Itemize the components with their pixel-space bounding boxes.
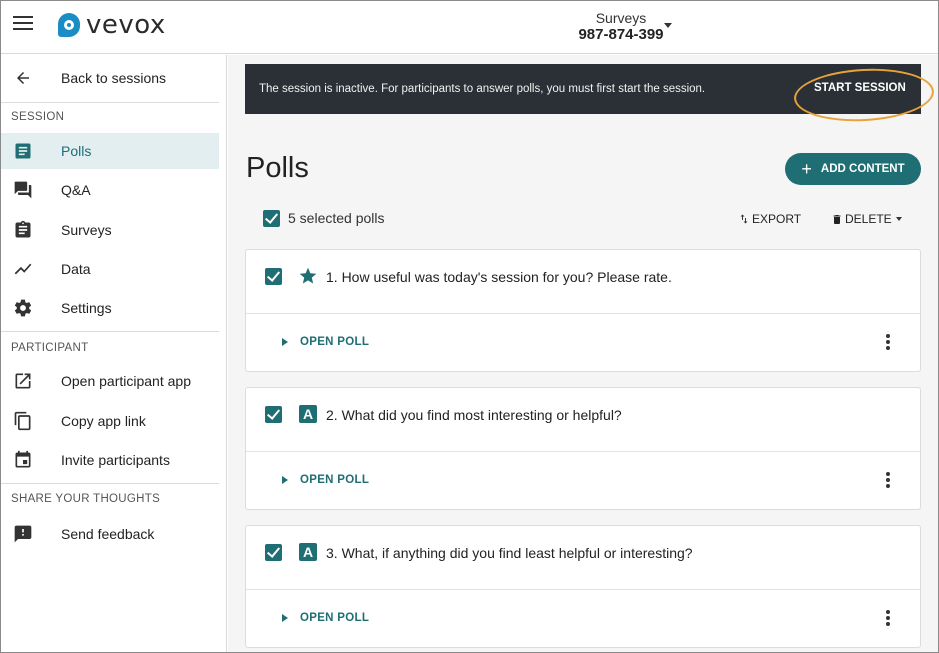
sidebar-item-settings[interactable]: Settings	[1, 290, 219, 326]
select-all-checkbox[interactable]	[263, 210, 280, 227]
sidebar-item-label: Q&A	[61, 182, 91, 198]
open-external-icon	[12, 370, 34, 392]
sidebar-item-label: Open participant app	[61, 373, 191, 389]
sidebar-item-label: Copy app link	[61, 413, 146, 429]
session-dropdown-icon[interactable]	[664, 23, 672, 28]
chevron-down-icon	[895, 217, 902, 221]
poll-header: 1. How useful was today's session for yo…	[246, 250, 920, 314]
poll-card: A 3. What, if anything did you find leas…	[245, 525, 921, 648]
sidebar-item-invite-participants[interactable]: Invite participants	[1, 442, 219, 478]
logo: vevox	[58, 10, 166, 40]
gear-icon	[12, 297, 34, 319]
more-options-icon[interactable]	[884, 472, 892, 490]
sidebar-item-copy-app-link[interactable]: Copy app link	[1, 403, 219, 439]
play-icon	[282, 614, 288, 622]
play-icon	[282, 476, 288, 484]
main-content: The session is inactive. For participant…	[228, 55, 938, 652]
polls-icon	[12, 140, 34, 162]
poll-checkbox[interactable]	[265, 268, 282, 285]
banner-message: The session is inactive. For participant…	[259, 83, 706, 95]
text-type-glyph: A	[299, 405, 317, 423]
open-poll-button[interactable]: OPEN POLL	[282, 474, 369, 486]
export-icon	[740, 214, 748, 224]
poll-card: 1. How useful was today's session for yo…	[245, 249, 921, 372]
app-window: vevox Surveys 987-874-399 Back to sessio…	[0, 0, 939, 653]
plus-icon: +	[801, 159, 812, 179]
play-icon	[282, 338, 288, 346]
logo-text: vevox	[86, 10, 166, 40]
poll-header: A 2. What did you find most interesting …	[246, 388, 920, 452]
session-switcher[interactable]: Surveys 987-874-399	[561, 10, 681, 44]
more-options-icon[interactable]	[884, 334, 892, 352]
poll-question: 1. How useful was today's session for yo…	[326, 269, 672, 285]
sidebar-item-label: Send feedback	[61, 526, 155, 542]
open-poll-button[interactable]: OPEN POLL	[282, 612, 369, 624]
star-icon	[298, 266, 318, 286]
text-type-glyph: A	[299, 543, 317, 561]
session-code: 987-874-399	[578, 26, 664, 43]
add-content-label: ADD CONTENT	[820, 163, 905, 175]
data-icon	[12, 258, 34, 280]
delete-button[interactable]: DELETE	[831, 212, 902, 226]
sidebar-item-polls[interactable]: Polls	[1, 133, 219, 169]
open-poll-label: OPEN POLL	[300, 474, 370, 486]
open-poll-label: OPEN POLL	[300, 612, 370, 624]
poll-question: 3. What, if anything did you find least …	[326, 545, 693, 561]
export-label: EXPORT	[752, 212, 802, 226]
sidebar-item-label: Surveys	[61, 222, 112, 238]
export-button[interactable]: EXPORT	[738, 212, 801, 226]
sidebar-item-surveys[interactable]: Surveys	[1, 212, 219, 248]
feedback-icon	[12, 523, 34, 545]
session-title: Surveys	[595, 10, 647, 26]
top-bar: vevox Surveys 987-874-399	[1, 1, 938, 54]
text-icon: A	[298, 542, 318, 562]
delete-label: DELETE	[845, 212, 892, 226]
sidebar-item-label: Settings	[61, 300, 112, 316]
calendar-icon	[12, 449, 34, 471]
text-icon: A	[298, 404, 318, 424]
back-to-sessions[interactable]: Back to sessions	[1, 60, 219, 96]
qa-icon	[12, 179, 34, 201]
add-content-button[interactable]: + ADD CONTENT	[785, 153, 921, 185]
section-participant-label: PARTICIPANT	[11, 342, 89, 354]
page-title: Polls	[246, 152, 309, 184]
sidebar-item-label: Data	[61, 261, 91, 277]
copy-icon	[12, 410, 34, 432]
poll-question: 2. What did you find most interesting or…	[326, 407, 622, 423]
poll-checkbox[interactable]	[265, 544, 282, 561]
sidebar-item-open-participant-app[interactable]: Open participant app	[1, 363, 219, 399]
sidebar-item-send-feedback[interactable]: Send feedback	[1, 516, 219, 552]
selected-count: 5 selected polls	[288, 210, 385, 226]
sidebar-item-label: Polls	[61, 143, 92, 159]
menu-icon[interactable]	[13, 16, 33, 32]
open-poll-button[interactable]: OPEN POLL	[282, 336, 369, 348]
poll-card: A 2. What did you find most interesting …	[245, 387, 921, 510]
poll-header: A 3. What, if anything did you find leas…	[246, 526, 920, 590]
open-poll-label: OPEN POLL	[300, 336, 370, 348]
section-feedback-label: SHARE YOUR THOUGHTS	[11, 493, 161, 505]
sidebar-item-label: Invite participants	[61, 452, 170, 468]
section-session-label: SESSION	[11, 111, 65, 123]
back-label: Back to sessions	[61, 70, 167, 86]
surveys-icon	[12, 219, 34, 241]
vevox-logo-icon	[58, 13, 80, 37]
arrow-left-icon	[12, 67, 34, 89]
sidebar: Back to sessions SESSION Polls Q&A Surve…	[1, 55, 227, 652]
sidebar-item-data[interactable]: Data	[1, 251, 219, 287]
poll-checkbox[interactable]	[265, 406, 282, 423]
trash-icon	[833, 214, 841, 224]
more-options-icon[interactable]	[884, 610, 892, 628]
sidebar-item-qa[interactable]: Q&A	[1, 172, 219, 208]
